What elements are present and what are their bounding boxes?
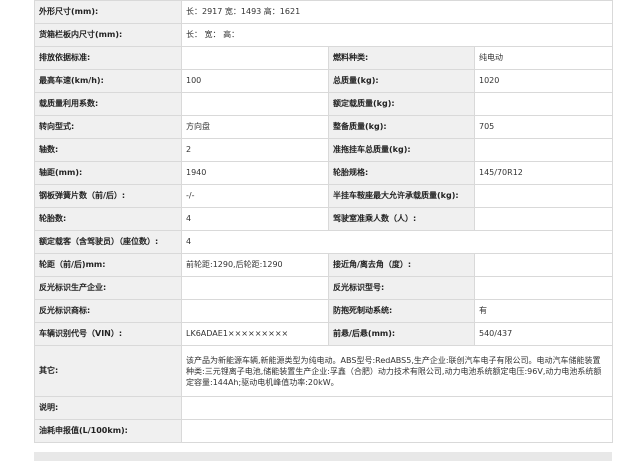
spec-label: 排放依据标准: — [34, 46, 182, 70]
spec-value — [473, 276, 614, 300]
spec-value: 4 — [180, 230, 614, 254]
spec-value: 1940 — [181, 161, 329, 185]
spec-value — [473, 253, 614, 277]
spec-label: 接近角/离去角（度）: — [328, 253, 475, 277]
spec-label: 额定载质量(kg): — [328, 92, 475, 116]
spec-row: 钢板弹簧片数（前/后）: -/- 半挂车鞍座最大允许承载质量(kg): — [34, 184, 614, 208]
spec-row: 油耗申报值(L/100km): — [34, 419, 614, 443]
spec-label: 轴距(mm): — [34, 161, 182, 185]
spec-value — [181, 276, 329, 300]
spec-value: LK6ADAE1××××××××× — [181, 322, 329, 346]
spec-label: 说明: — [34, 396, 182, 420]
spec-label: 整备质量(kg): — [328, 115, 475, 139]
spec-row: 转向型式: 方向盘 整备质量(kg): 705 — [34, 115, 614, 139]
spec-label: 反光标识型号: — [328, 276, 475, 300]
spec-row: 反光标识生产企业: 反光标识型号: — [34, 276, 614, 300]
spec-value: 前轮距:1290,后轮距:1290 — [181, 253, 329, 277]
spec-row: 轴数: 2 准拖挂车总质量(kg): — [34, 138, 614, 162]
spec-label: 准拖挂车总质量(kg): — [328, 138, 475, 162]
spec-row: 载质量利用系数: 额定载质量(kg): — [34, 92, 614, 116]
spec-label: 钢板弹簧片数（前/后）: — [34, 184, 182, 208]
spec-value: 145/70R12 — [473, 161, 614, 185]
spec-row: 最高车速(km/h): 100 总质量(kg): 1020 — [34, 69, 614, 93]
spec-label: 最高车速(km/h): — [34, 69, 182, 93]
spec-value — [473, 92, 614, 116]
spec-value: 有 — [473, 299, 614, 323]
spec-value — [180, 396, 614, 420]
other-notes-value: 该产品为新能源车辆,新能源类型为纯电动。ABS型号:RedABS5,生产企业:联… — [180, 345, 614, 397]
spec-value: 100 — [181, 69, 329, 93]
spec-label: 总质量(kg): — [328, 69, 475, 93]
spec-row: 额定载客（含驾驶员）（座位数）: 4 — [34, 230, 614, 254]
spec-label: 轮胎数: — [34, 207, 182, 231]
spec-label: 反光标识生产企业: — [34, 276, 182, 300]
spec-label: 反光标识商标: — [34, 299, 182, 323]
spec-label: 其它: — [34, 345, 182, 397]
spec-row: 轮距（前/后)mm: 前轮距:1290,后轮距:1290 接近角/离去角（度）: — [34, 253, 614, 277]
spec-label: 前悬/后悬(mm): — [328, 322, 475, 346]
spec-value — [473, 138, 614, 162]
spec-label: 燃料种类: — [328, 46, 475, 70]
page-bottom-strip — [34, 452, 612, 461]
spec-row: 外形尺寸(mm): 长：2917 宽：1493 高：1621 — [34, 0, 614, 24]
spec-row: 轴距(mm): 1940 轮胎规格: 145/70R12 — [34, 161, 614, 185]
spec-label: 防抱死制动系统: — [328, 299, 475, 323]
spec-label: 转向型式: — [34, 115, 182, 139]
spec-row: 说明: — [34, 396, 614, 420]
spec-value: 705 — [473, 115, 614, 139]
spec-row: 货箱栏板内尺寸(mm): 长： 宽： 高： — [34, 23, 614, 47]
spec-label: 轴数: — [34, 138, 182, 162]
spec-row: 轮胎数: 4 驾驶室准乘人数（人）: — [34, 207, 614, 231]
spec-row: 排放依据标准: 燃料种类: 纯电动 — [34, 46, 614, 70]
spec-label: 半挂车鞍座最大允许承载质量(kg): — [328, 184, 475, 208]
spec-value: 长：2917 宽：1493 高：1621 — [180, 0, 614, 24]
spec-value — [473, 207, 614, 231]
spec-label: 载质量利用系数: — [34, 92, 182, 116]
spec-label: 驾驶室准乘人数（人）: — [328, 207, 475, 231]
spec-value: 2 — [181, 138, 329, 162]
spec-label: 外形尺寸(mm): — [34, 0, 182, 24]
spec-label: 轮胎规格: — [328, 161, 475, 185]
spec-value: 1020 — [473, 69, 614, 93]
spec-row: 车辆识别代号（VIN）: LK6ADAE1××××××××× 前悬/后悬(mm): 5… — [34, 322, 614, 346]
vehicle-spec-sheet: 外形尺寸(mm): 长：2917 宽：1493 高：1621 货箱栏板内尺寸(mm)… — [34, 0, 614, 443]
spec-value — [181, 46, 329, 70]
spec-label: 货箱栏板内尺寸(mm): — [34, 23, 182, 47]
spec-label: 车辆识别代号（VIN）: — [34, 322, 182, 346]
spec-value: 长： 宽： 高： — [180, 23, 614, 47]
spec-value: 4 — [181, 207, 329, 231]
spec-label: 油耗申报值(L/100km): — [34, 419, 182, 443]
spec-label: 额定载客（含驾驶员）（座位数）: — [34, 230, 182, 254]
spec-row: 反光标识商标: 防抱死制动系统: 有 — [34, 299, 614, 323]
spec-value — [180, 419, 614, 443]
spec-value — [473, 184, 614, 208]
spec-value: 方向盘 — [181, 115, 329, 139]
spec-table: 外形尺寸(mm): 长：2917 宽：1493 高：1621 货箱栏板内尺寸(mm)… — [34, 0, 614, 443]
spec-value: 540/437 — [473, 322, 614, 346]
spec-value: -/- — [181, 184, 329, 208]
spec-label: 轮距（前/后)mm: — [34, 253, 182, 277]
spec-value: 纯电动 — [473, 46, 614, 70]
spec-value — [181, 92, 329, 116]
spec-value — [181, 299, 329, 323]
spec-row: 其它: 该产品为新能源车辆,新能源类型为纯电动。ABS型号:RedABS5,生产企… — [34, 345, 614, 397]
